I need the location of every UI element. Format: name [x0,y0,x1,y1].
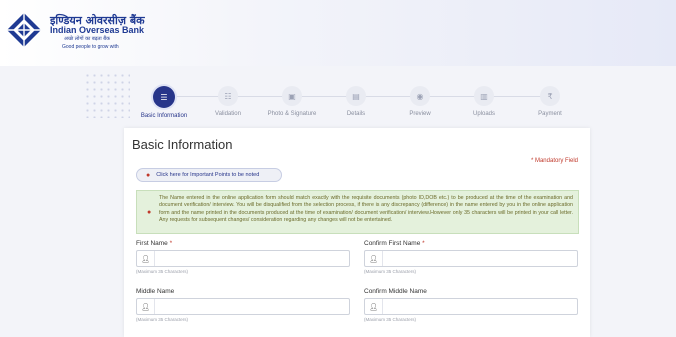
first-name-hint: (Maximum 35 Characters) [136,269,189,274]
confirm-first-name-field[interactable]: 👤︎ [364,250,578,267]
upload-icon: ▥ [474,86,494,106]
header-bar: इण्डियन ओवरसीज़ बैंक Indian Overseas Ban… [0,0,676,66]
mandatory-field-note: * Mandatory Field [530,158,578,164]
step-payment[interactable]: ₹ Payment [520,86,580,117]
confirm-first-name-label: Confirm First Name * [364,240,425,247]
step-details[interactable]: ▤ Details [326,86,386,117]
step-photo-signature[interactable]: ▣ Photo & Signature [262,86,322,117]
step-label: Basic Information [140,113,188,119]
document-icon: ▤ [346,86,366,106]
middle-name-label-text: Middle Name [136,288,175,295]
confirm-middle-name-hint: (Maximum 35 Characters) [364,317,417,322]
confirm-middle-name-label: Confirm Middle Name [364,288,427,295]
middle-name-label: Middle Name [136,288,174,295]
user-icon: 👤︎ [365,299,383,314]
first-name-input[interactable] [156,251,348,266]
step-basic-information[interactable]: ☰ Basic Information [134,86,194,119]
bullet-icon: ● [147,209,152,216]
confirm-middle-name-input[interactable] [384,299,576,314]
basic-information-card: Basic Information * Mandatory Field ● Cl… [124,128,590,337]
step-label: Photo & Signature [267,111,317,117]
first-name-label: First Name * [136,240,172,247]
notice-text: The Name entered in the online applicati… [159,195,573,223]
middle-name-hint: (Maximum 35 Characters) [136,317,189,322]
step-preview[interactable]: ◉ Preview [390,86,450,117]
step-validation[interactable]: ☷ Validation [198,86,258,117]
bullet-icon: ● [146,171,151,179]
bank-logo-icon [7,13,41,47]
decorative-dots [84,72,130,118]
required-marker: * [169,240,173,247]
first-name-label-text: First Name [136,240,168,247]
eye-icon: ◉ [410,86,430,106]
step-label: Validation [215,111,241,117]
first-name-field[interactable]: 👤︎ [136,250,350,267]
step-label: Payment [538,111,562,117]
confirm-middle-name-field[interactable]: 👤︎ [364,298,578,315]
photo-icon: ▣ [282,86,302,106]
middle-name-field[interactable]: 👤︎ [136,298,350,315]
step-label: Details [346,111,366,117]
brand-name: Indian Overseas Bank [50,25,145,35]
confirm-first-name-hint: (Maximum 35 Characters) [364,269,417,274]
page-title: Basic Information [132,137,233,152]
confirm-middle-name-label-text: Confirm Middle Name [364,288,427,295]
rupee-icon: ₹ [540,86,560,106]
important-points-button[interactable]: ● Click here for Important Points to be … [136,168,282,182]
user-icon: 👤︎ [137,299,155,314]
name-notice-box: ● The Name entered in the online applica… [136,190,579,234]
tagline-hindi: अच्छे लोगों का बढ़ता बैंक [64,36,110,42]
step-label: Uploads [472,111,495,117]
user-icon: 👤︎ [137,251,155,266]
confirm-first-name-label-text: Confirm First Name [364,240,421,247]
required-marker: * [422,240,425,247]
user-icon: 👤︎ [365,251,383,266]
checklist-icon: ☷ [218,86,238,106]
list-icon: ☰ [153,86,175,108]
middle-name-input[interactable] [156,299,348,314]
progress-stepper: ☰ Basic Information ☷ Validation ▣ Photo… [130,86,570,122]
tagline-english: Good people to grow with [62,44,119,50]
step-label: Preview [409,111,431,117]
step-uploads[interactable]: ▥ Uploads [454,86,514,117]
confirm-first-name-input[interactable] [384,251,576,266]
important-points-label: Click here for Important Points to be no… [156,172,260,178]
